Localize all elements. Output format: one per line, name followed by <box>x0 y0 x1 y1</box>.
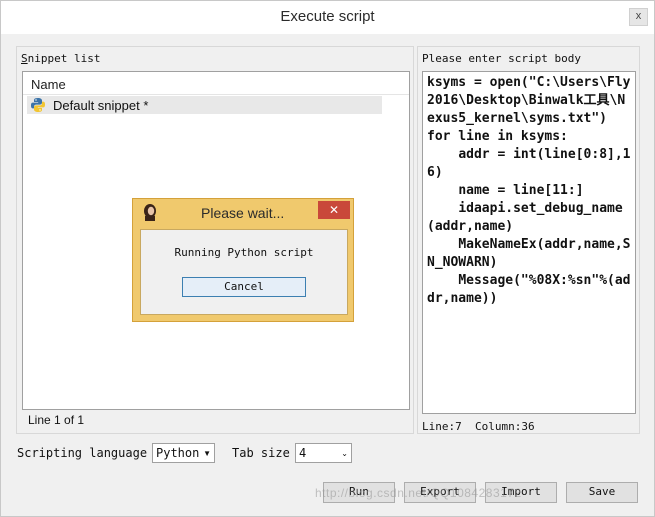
tab-size-value: 4 <box>299 446 307 460</box>
scripting-language-select[interactable]: Python ▼ <box>152 443 215 463</box>
save-button[interactable]: Save <box>566 482 638 503</box>
python-icon <box>31 98 45 112</box>
dropdown-arrow-icon: ▼ <box>203 449 211 458</box>
tab-size-label: Tab size <box>232 446 290 460</box>
dialog-body: Running Python script Cancel <box>140 229 348 315</box>
dialog-title: Please wait... <box>201 205 285 221</box>
window-close-button[interactable]: x <box>629 8 648 26</box>
script-code[interactable]: ksyms = open("C:\Users\Fly2016\Desktop\B… <box>427 74 632 308</box>
list-column-header[interactable]: Name <box>23 72 409 95</box>
cancel-button[interactable]: Cancel <box>182 277 306 297</box>
scripting-language-label: Scripting language <box>17 446 148 460</box>
dialog-close-button[interactable]: ✕ <box>318 201 350 219</box>
editor-status: Line:7 Column:36 <box>422 420 535 433</box>
title-bar[interactable]: Execute script x <box>1 1 654 34</box>
script-body-label: Please enter script body <box>422 52 581 65</box>
app-avatar-icon <box>144 204 156 221</box>
snippet-item-label: Default snippet * <box>53 98 149 113</box>
script-editor[interactable]: ksyms = open("C:\Users\Fly2016\Desktop\B… <box>422 71 636 414</box>
chevron-down-icon: ⌄ <box>341 449 348 458</box>
snippet-line-status: Line 1 of 1 <box>28 413 85 427</box>
editor-column-status: Column:36 <box>475 420 535 433</box>
snippet-list-label: Snippet list <box>21 52 101 65</box>
please-wait-dialog: Please wait... ✕ Running Python script C… <box>132 198 354 322</box>
watermark-text: http://blog.csdn.net/QQ1084283172 <box>315 486 522 500</box>
window-title: Execute script <box>280 8 375 25</box>
column-name-label: Name <box>31 77 66 92</box>
scripting-language-value: Python <box>156 446 200 460</box>
execute-script-window: Execute script x Snippet list Name Defau… <box>0 0 655 517</box>
snippet-list-item[interactable]: Default snippet * <box>27 96 382 114</box>
editor-line-status: Line:7 <box>422 420 462 433</box>
tab-size-select[interactable]: 4 ⌄ <box>295 443 352 463</box>
dialog-message: Running Python script <box>174 246 314 259</box>
